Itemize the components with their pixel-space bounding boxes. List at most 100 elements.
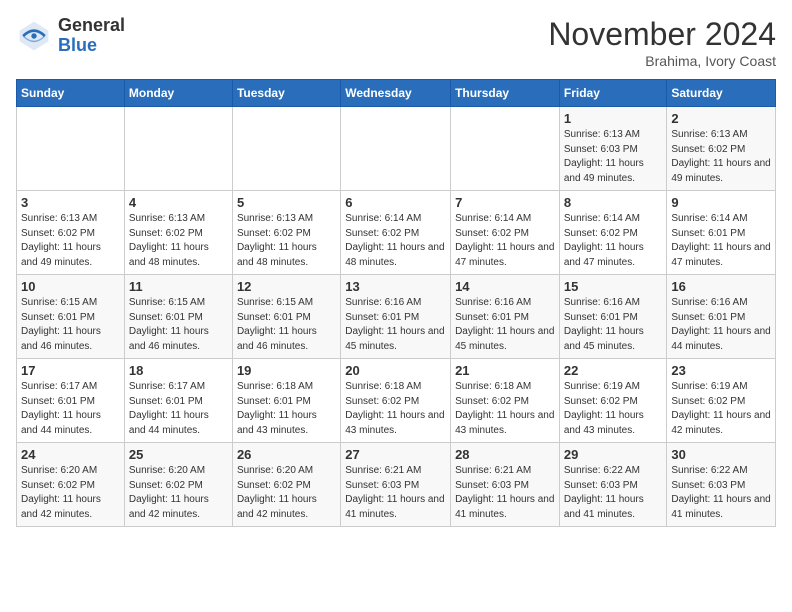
day-number: 17 — [21, 363, 120, 378]
calendar-cell — [232, 107, 340, 191]
day-number: 27 — [345, 447, 446, 462]
day-info: Sunrise: 6:18 AM Sunset: 6:01 PM Dayligh… — [237, 380, 336, 438]
logo-text: General Blue — [58, 16, 125, 56]
day-info: Sunrise: 6:19 AM Sunset: 6:02 PM Dayligh… — [564, 380, 663, 438]
calendar-cell — [451, 107, 560, 191]
day-number: 13 — [345, 279, 446, 294]
header-cell-tuesday: Tuesday — [232, 80, 340, 107]
day-number: 1 — [564, 111, 663, 126]
day-info: Sunrise: 6:20 AM Sunset: 6:02 PM Dayligh… — [129, 464, 228, 522]
day-info: Sunrise: 6:14 AM Sunset: 6:02 PM Dayligh… — [455, 212, 555, 270]
week-row: 10 Sunrise: 6:15 AM Sunset: 6:01 PM Dayli… — [17, 275, 776, 359]
calendar-cell: 30 Sunrise: 6:22 AM Sunset: 6:03 PM Dayli… — [667, 443, 776, 527]
day-number: 30 — [671, 447, 771, 462]
calendar-cell: 20 Sunrise: 6:18 AM Sunset: 6:02 PM Dayli… — [341, 359, 451, 443]
month-title: November 2024 — [548, 16, 776, 53]
day-number: 24 — [21, 447, 120, 462]
header-row: SundayMondayTuesdayWednesdayThursdayFrid… — [17, 80, 776, 107]
day-number: 21 — [455, 363, 555, 378]
day-info: Sunrise: 6:14 AM Sunset: 6:02 PM Dayligh… — [345, 212, 446, 270]
day-number: 22 — [564, 363, 663, 378]
day-info: Sunrise: 6:17 AM Sunset: 6:01 PM Dayligh… — [129, 380, 228, 438]
day-number: 20 — [345, 363, 446, 378]
header-cell-saturday: Saturday — [667, 80, 776, 107]
calendar-cell: 22 Sunrise: 6:19 AM Sunset: 6:02 PM Dayli… — [559, 359, 667, 443]
day-number: 28 — [455, 447, 555, 462]
calendar-cell: 5 Sunrise: 6:13 AM Sunset: 6:02 PM Daylig… — [232, 191, 340, 275]
calendar-cell: 8 Sunrise: 6:14 AM Sunset: 6:02 PM Daylig… — [559, 191, 667, 275]
day-info: Sunrise: 6:14 AM Sunset: 6:02 PM Dayligh… — [564, 212, 663, 270]
week-row: 24 Sunrise: 6:20 AM Sunset: 6:02 PM Dayli… — [17, 443, 776, 527]
day-info: Sunrise: 6:22 AM Sunset: 6:03 PM Dayligh… — [671, 464, 771, 522]
calendar-cell — [17, 107, 125, 191]
header-cell-wednesday: Wednesday — [341, 80, 451, 107]
day-number: 11 — [129, 279, 228, 294]
week-row: 3Sunrise: 6:13 AM Sunset: 6:02 PM Daylig… — [17, 191, 776, 275]
calendar-cell: 29 Sunrise: 6:22 AM Sunset: 6:03 PM Dayli… — [559, 443, 667, 527]
calendar-cell: 3Sunrise: 6:13 AM Sunset: 6:02 PM Daylig… — [17, 191, 125, 275]
day-number: 4 — [129, 195, 228, 210]
calendar-cell: 24 Sunrise: 6:20 AM Sunset: 6:02 PM Dayli… — [17, 443, 125, 527]
calendar-cell: 21 Sunrise: 6:18 AM Sunset: 6:02 PM Dayli… — [451, 359, 560, 443]
calendar-cell: 18 Sunrise: 6:17 AM Sunset: 6:01 PM Dayli… — [124, 359, 232, 443]
calendar-cell: 19Sunrise: 6:18 AM Sunset: 6:01 PM Dayli… — [232, 359, 340, 443]
day-info: Sunrise: 6:17 AM Sunset: 6:01 PM Dayligh… — [21, 380, 120, 438]
day-info: Sunrise: 6:20 AM Sunset: 6:02 PM Dayligh… — [237, 464, 336, 522]
calendar-cell — [124, 107, 232, 191]
day-info: Sunrise: 6:16 AM Sunset: 6:01 PM Dayligh… — [345, 296, 446, 354]
calendar-cell: 1 Sunrise: 6:13 AM Sunset: 6:03 PM Daylig… — [559, 107, 667, 191]
day-info: Sunrise: 6:21 AM Sunset: 6:03 PM Dayligh… — [345, 464, 446, 522]
day-number: 12 — [237, 279, 336, 294]
day-info: Sunrise: 6:18 AM Sunset: 6:02 PM Dayligh… — [345, 380, 446, 438]
calendar-cell: 17 Sunrise: 6:17 AM Sunset: 6:01 PM Dayli… — [17, 359, 125, 443]
calendar-cell: 10 Sunrise: 6:15 AM Sunset: 6:01 PM Dayli… — [17, 275, 125, 359]
location-subtitle: Brahima, Ivory Coast — [548, 53, 776, 69]
calendar-cell: 15Sunrise: 6:16 AM Sunset: 6:01 PM Dayli… — [559, 275, 667, 359]
header-cell-sunday: Sunday — [17, 80, 125, 107]
day-number: 9 — [671, 195, 771, 210]
title-block: November 2024 Brahima, Ivory Coast — [548, 16, 776, 69]
day-number: 15 — [564, 279, 663, 294]
calendar-cell: 12 Sunrise: 6:15 AM Sunset: 6:01 PM Dayli… — [232, 275, 340, 359]
day-info: Sunrise: 6:13 AM Sunset: 6:02 PM Dayligh… — [129, 212, 228, 270]
calendar-cell: 4 Sunrise: 6:13 AM Sunset: 6:02 PM Daylig… — [124, 191, 232, 275]
calendar-cell: 2Sunrise: 6:13 AM Sunset: 6:02 PM Daylig… — [667, 107, 776, 191]
day-info: Sunrise: 6:19 AM Sunset: 6:02 PM Dayligh… — [671, 380, 771, 438]
calendar-cell: 9 Sunrise: 6:14 AM Sunset: 6:01 PM Daylig… — [667, 191, 776, 275]
calendar-cell: 13 Sunrise: 6:16 AM Sunset: 6:01 PM Dayli… — [341, 275, 451, 359]
day-info: Sunrise: 6:22 AM Sunset: 6:03 PM Dayligh… — [564, 464, 663, 522]
day-number: 26 — [237, 447, 336, 462]
calendar-cell: 7 Sunrise: 6:14 AM Sunset: 6:02 PM Daylig… — [451, 191, 560, 275]
calendar-cell: 14 Sunrise: 6:16 AM Sunset: 6:01 PM Dayli… — [451, 275, 560, 359]
day-info: Sunrise: 6:13 AM Sunset: 6:03 PM Dayligh… — [564, 128, 663, 186]
day-info: Sunrise: 6:13 AM Sunset: 6:02 PM Dayligh… — [237, 212, 336, 270]
day-info: Sunrise: 6:14 AM Sunset: 6:01 PM Dayligh… — [671, 212, 771, 270]
day-number: 23 — [671, 363, 771, 378]
day-info: Sunrise: 6:21 AM Sunset: 6:03 PM Dayligh… — [455, 464, 555, 522]
day-info: Sunrise: 6:15 AM Sunset: 6:01 PM Dayligh… — [129, 296, 228, 354]
calendar-cell — [341, 107, 451, 191]
header-cell-friday: Friday — [559, 80, 667, 107]
day-number: 18 — [129, 363, 228, 378]
day-number: 25 — [129, 447, 228, 462]
day-info: Sunrise: 6:20 AM Sunset: 6:02 PM Dayligh… — [21, 464, 120, 522]
day-number: 8 — [564, 195, 663, 210]
day-number: 7 — [455, 195, 555, 210]
day-info: Sunrise: 6:18 AM Sunset: 6:02 PM Dayligh… — [455, 380, 555, 438]
page-header: General Blue November 2024 Brahima, Ivor… — [16, 16, 776, 69]
day-number: 29 — [564, 447, 663, 462]
day-number: 16 — [671, 279, 771, 294]
header-cell-thursday: Thursday — [451, 80, 560, 107]
calendar-table: SundayMondayTuesdayWednesdayThursdayFrid… — [16, 79, 776, 527]
day-info: Sunrise: 6:15 AM Sunset: 6:01 PM Dayligh… — [21, 296, 120, 354]
day-number: 10 — [21, 279, 120, 294]
day-number: 14 — [455, 279, 555, 294]
day-info: Sunrise: 6:15 AM Sunset: 6:01 PM Dayligh… — [237, 296, 336, 354]
day-info: Sunrise: 6:16 AM Sunset: 6:01 PM Dayligh… — [671, 296, 771, 354]
calendar-cell: 26 Sunrise: 6:20 AM Sunset: 6:02 PM Dayli… — [232, 443, 340, 527]
day-number: 5 — [237, 195, 336, 210]
day-info: Sunrise: 6:16 AM Sunset: 6:01 PM Dayligh… — [455, 296, 555, 354]
calendar-cell: 11 Sunrise: 6:15 AM Sunset: 6:01 PM Dayli… — [124, 275, 232, 359]
logo: General Blue — [16, 16, 125, 56]
calendar-cell: 23 Sunrise: 6:19 AM Sunset: 6:02 PM Dayli… — [667, 359, 776, 443]
